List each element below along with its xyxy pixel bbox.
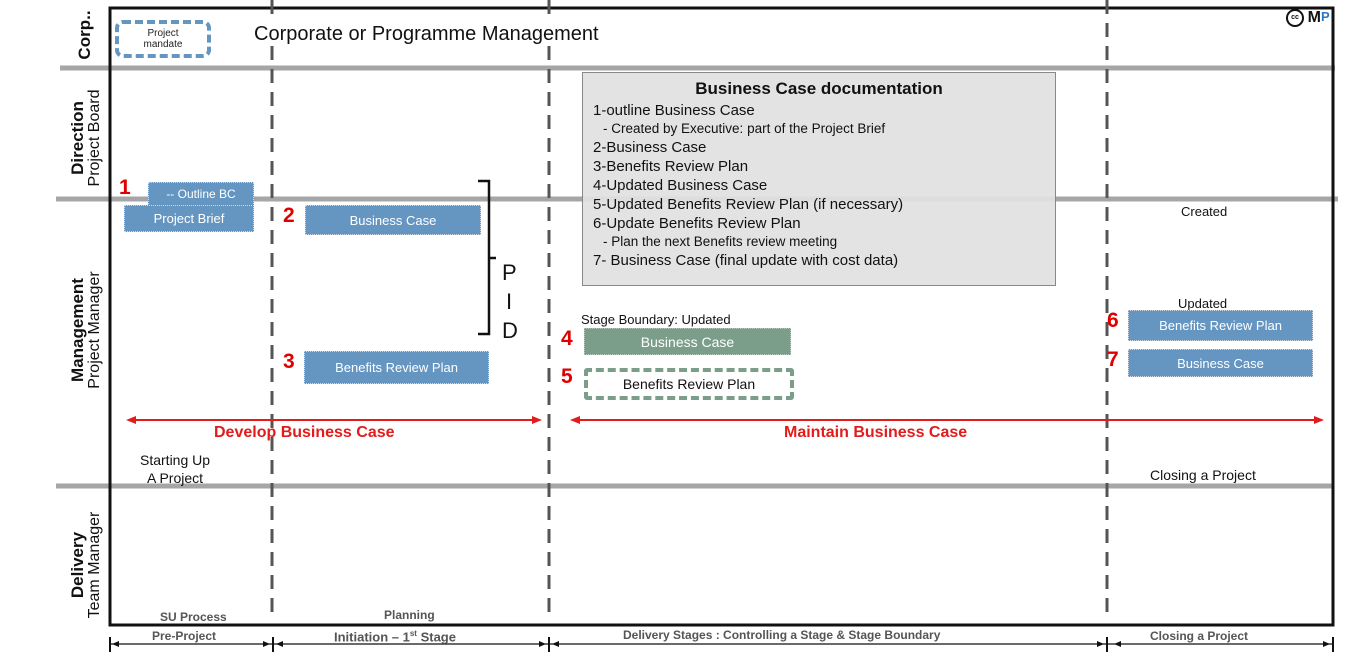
closing-project-label: Closing a Project <box>1150 467 1256 483</box>
lane-label-corp-bold: Corp.. <box>75 10 94 60</box>
stage-boundary-updated-label: Stage Boundary: Updated <box>581 312 731 327</box>
creative-commons-icon: cc <box>1286 9 1304 27</box>
benefits-review-plan-doc-6[interactable]: Benefits Review Plan <box>1128 310 1313 341</box>
develop-arrow <box>126 416 542 424</box>
lane-label-direction-role: Project Board <box>85 89 103 187</box>
step-number-2: 2 <box>283 204 295 227</box>
documentation-item: - Created by Executive: part of the Proj… <box>603 121 886 136</box>
documentation-item: 4-Updated Business Case <box>593 177 768 194</box>
starting-up-line1: Starting Up <box>140 452 211 468</box>
step-number-4: 4 <box>561 327 573 350</box>
lane-label-delivery-role: Team Manager <box>85 511 103 619</box>
documentation-list: 1-outline Business Case - Created by Exec… <box>593 101 1045 270</box>
pid-letter-d: D <box>502 318 518 343</box>
pid-letter-p: P <box>502 260 517 285</box>
benefits-review-plan-doc-5[interactable]: Benefits Review Plan <box>584 368 794 400</box>
business-case-doc-2[interactable]: Business Case <box>305 205 481 235</box>
logo-m: M <box>1307 9 1321 26</box>
phase-initiation-sup: st <box>409 629 417 638</box>
outline-bc-doc[interactable]: -- Outline BC <box>148 182 254 206</box>
lane-label-direction: Direction Project Board <box>68 73 109 203</box>
pid-letter-i: I <box>506 289 513 314</box>
updated-label: Updated <box>1178 296 1228 311</box>
lane-label-corp: Corp.. <box>75 5 100 65</box>
documentation-item: 7- Business Case (final update with cost… <box>593 252 899 269</box>
project-mandate-box[interactable]: Project mandate <box>115 20 211 58</box>
phase-closing: Closing a Project <box>1150 629 1249 643</box>
maintain-arrow <box>570 416 1324 424</box>
step-number-1: 1 <box>119 176 131 199</box>
documentation-item: 1-outline Business Case <box>593 102 755 119</box>
lane-label-direction-bold: Direction <box>68 101 87 175</box>
documentation-item: 3-Benefits Review Plan <box>593 158 749 175</box>
documentation-item: 5-Updated Benefits Review Plan (if neces… <box>593 196 904 213</box>
develop-business-case-label: Develop Business Case <box>214 424 395 441</box>
maintain-business-case-label: Maintain Business Case <box>784 424 968 441</box>
corp-title: Corporate or Programme Management <box>254 23 605 46</box>
lane-label-management-role: Project Manager <box>85 271 103 389</box>
documentation-item: 6-Update Benefits Review Plan <box>593 215 801 232</box>
logo-p: P <box>1320 9 1330 24</box>
lane-label-delivery: Delivery Team Manager <box>68 490 109 640</box>
cc-mp-logo: cc MP <box>1286 9 1330 27</box>
lane-label-management-bold: Management <box>68 278 87 382</box>
su-process-label: SU Process <box>160 610 227 624</box>
pid-bracket <box>478 179 496 336</box>
step-number-6: 6 <box>1107 309 1119 332</box>
starting-up-label: Starting Up A Project <box>140 451 210 487</box>
project-mandate-label: Project mandate <box>143 28 183 50</box>
starting-up-line2: A Project <box>147 470 204 486</box>
phase-pre-project: Pre-Project <box>152 629 217 643</box>
business-case-doc-4[interactable]: Business Case <box>584 328 791 355</box>
phase-delivery-stages: Delivery Stages : Controlling a Stage & … <box>623 628 941 642</box>
benefits-review-plan-doc-3[interactable]: Benefits Review Plan <box>304 351 489 384</box>
phase-initiation: Initiation – 1st Stage <box>334 629 456 644</box>
lane-label-management: Management Project Manager <box>68 245 109 415</box>
project-brief-doc[interactable]: Project Brief <box>124 205 254 232</box>
documentation-item: 2-Business Case <box>593 139 707 156</box>
step-number-7: 7 <box>1107 348 1119 371</box>
business-case-doc-7[interactable]: Business Case <box>1128 349 1313 377</box>
step-number-3: 3 <box>283 350 295 373</box>
business-case-documentation-box: Business Case documentation 1-outline Bu… <box>582 72 1056 286</box>
documentation-item: - Plan the next Benefits review meeting <box>603 234 838 249</box>
phase-initiation-label: Initiation – 1 <box>334 629 410 645</box>
documentation-title: Business Case documentation <box>695 79 943 98</box>
planning-label: Planning <box>384 608 435 622</box>
lane-label-delivery-bold: Delivery <box>68 531 87 599</box>
phase-initiation-suffix: Stage <box>416 629 456 645</box>
created-label: Created <box>1181 204 1228 219</box>
step-number-5: 5 <box>561 365 573 388</box>
